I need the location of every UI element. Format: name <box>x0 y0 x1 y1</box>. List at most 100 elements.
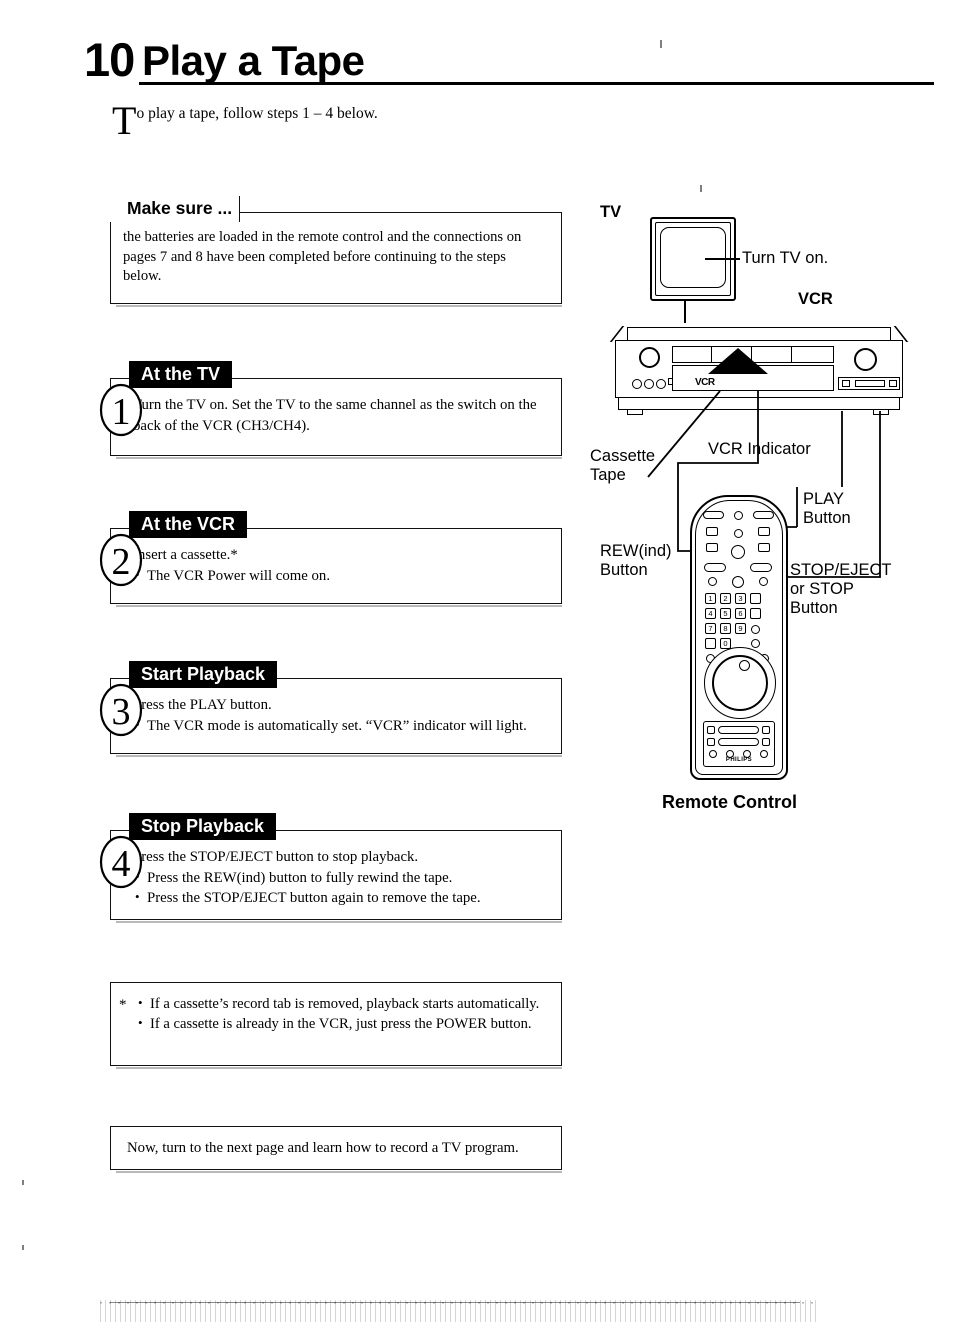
scan-artifact-dot <box>700 185 702 192</box>
turn-tv-on-label: Turn TV on. <box>742 249 829 267</box>
remote-channel-up-button <box>758 527 770 536</box>
intro-paragraph: T o play a tape, follow steps 1 – 4 belo… <box>112 98 632 143</box>
page-header: 10 Play a Tape <box>84 33 934 94</box>
remote-aux-round-key <box>751 639 760 648</box>
remote-key-7: 7 <box>705 623 716 634</box>
vcr-play-button-illustration <box>855 380 885 387</box>
stop-eject-button-callout: STOP/EJECT or STOP Button <box>790 561 892 617</box>
remote-key-5: 5 <box>720 608 731 619</box>
svg-text:3: 3 <box>112 691 131 733</box>
step-bullets-3: The VCR mode is automatically set. “VCR”… <box>133 715 547 737</box>
step-tab-4: Stop Playback <box>129 813 277 840</box>
step-bullet: The VCR mode is automatically set. “VCR”… <box>133 715 547 737</box>
scan-speckle <box>100 1300 820 1322</box>
vcr-foot <box>627 410 643 415</box>
remote-lower-panel: PHILIPS <box>703 721 775 767</box>
tv-label: TV <box>600 203 622 221</box>
remote-volume-down-button <box>706 543 718 552</box>
step-box-1: 1 At the TV Turn the TV on. Set the TV t… <box>99 361 562 459</box>
remote-power-button <box>703 511 724 519</box>
remote-play-button <box>731 545 745 559</box>
svg-text:4: 4 <box>112 843 131 885</box>
remote-aux-key <box>750 593 761 604</box>
remote-key-2: 2 <box>720 593 731 604</box>
step-lead-1: Turn the TV on. Set the TV to the same c… <box>133 397 537 434</box>
step-lead-2: Insert a cassette.* <box>133 547 238 563</box>
svg-text:2: 2 <box>112 541 131 583</box>
step-tab-1: At the TV <box>129 361 232 388</box>
vcr-indicator-readout: VCR <box>695 377 715 388</box>
remote-fastforward-button <box>750 563 772 572</box>
remote-mode-button <box>734 511 743 520</box>
remote-panel-bar-key <box>718 738 759 746</box>
vcr-jack-icon <box>632 379 642 389</box>
tv-stand <box>684 301 686 323</box>
remote-panel-left-key <box>707 738 715 746</box>
make-sure-box: Make sure ... the batteries are loaded i… <box>109 196 562 307</box>
vcr-foot <box>873 410 889 415</box>
remote-key-8: 8 <box>720 623 731 634</box>
footnote-marker: * <box>119 997 127 1013</box>
remote-key-1: 1 <box>705 593 716 604</box>
scan-artifact-dot <box>22 1245 24 1250</box>
step-box-4: 4 Stop Playback Press the STOP/EJECT but… <box>99 813 562 923</box>
step-box-2: 2 At the VCR Insert a cassette.* The VCR… <box>99 511 562 607</box>
remote-pause-button <box>759 577 768 586</box>
remote-stop-button <box>732 576 744 588</box>
remote-aux-key <box>750 608 761 619</box>
next-page-text: Now, turn to the next page and learn how… <box>127 1140 519 1156</box>
next-page-box: Now, turn to the next page and learn how… <box>110 1126 562 1173</box>
remote-volume-up-button <box>706 527 718 536</box>
footnote-bullet: If a cassette’s record tab is removed, p… <box>137 993 551 1014</box>
vcr-illustration: VCR <box>615 327 903 419</box>
step-body-3: Press the PLAY button. The VCR mode is a… <box>133 695 547 736</box>
illustration-panel: TV Turn TV on. VCR VCR Cassette Tape VCR… <box>590 195 954 825</box>
remote-key-4: 4 <box>705 608 716 619</box>
step-number-2: 2 <box>98 533 144 587</box>
vcr-power-knob <box>639 347 660 368</box>
header-divider <box>139 82 934 85</box>
step-bullets-4: Press the REW(ind) button to fully rewin… <box>133 867 547 909</box>
remote-tv-power-button <box>753 511 774 519</box>
vcr-indicator-callout: VCR Indicator <box>708 440 811 458</box>
page-number: 10 <box>84 33 135 86</box>
step-bullet: The VCR Power will come on. <box>133 565 547 587</box>
step-tab-2: At the VCR <box>129 511 247 538</box>
intro-dropcap: T <box>112 98 137 143</box>
step-lead-3: Press the PLAY button. <box>133 697 272 713</box>
step-bullet: Press the STOP/EJECT button again to rem… <box>133 887 547 909</box>
remote-key-9: 9 <box>735 623 746 634</box>
remote-jog-indent <box>739 660 750 671</box>
remote-channel-down-button <box>758 543 770 552</box>
philips-brand-label: PHILIPS <box>725 757 753 763</box>
remote-panel-right-key <box>762 726 770 734</box>
step-number-1: 1 <box>98 383 144 437</box>
vcr-lower-body <box>618 398 900 410</box>
step-body-4: Press the STOP/EJECT button to stop play… <box>133 847 547 909</box>
step-number-3: 3 <box>98 683 144 737</box>
remote-key-3: 3 <box>735 593 746 604</box>
vcr-transport-button <box>842 380 850 387</box>
step-bullet: Press the REW(ind) button to fully rewin… <box>133 867 547 889</box>
step-body-2: Insert a cassette.* The VCR Power will c… <box>133 545 547 586</box>
vcr-front-panel: VCR <box>615 340 903 398</box>
footnote-content: * If a cassette’s record tab is removed,… <box>119 993 551 1034</box>
make-sure-text: the batteries are loaded in the remote c… <box>123 229 522 284</box>
vcr-transport-button-row <box>838 377 900 390</box>
rew-button-callout: REW(ind) Button <box>600 542 672 579</box>
remote-panel-left-key <box>707 726 715 734</box>
remote-panel-right-key <box>762 738 770 746</box>
intro-text: o play a tape, follow steps 1 – 4 below. <box>136 105 378 122</box>
remote-jog-shuttle-dial <box>704 647 776 719</box>
step-number-4: 4 <box>98 835 144 889</box>
vcr-label: VCR <box>798 290 833 308</box>
remote-key-6: 6 <box>735 608 746 619</box>
tape-insert-arrow-icon <box>708 348 768 374</box>
step-box-3: 3 Start Playback Press the PLAY button. … <box>99 661 562 757</box>
remote-control-illustration: 1 2 3 4 5 6 7 8 9 0 PHILIPS <box>690 495 788 780</box>
remote-record-button <box>708 577 717 586</box>
vcr-jack-icon <box>656 379 666 389</box>
footnote-bullets: If a cassette’s record tab is removed, p… <box>119 993 551 1034</box>
step-lead-4: Press the STOP/EJECT button to stop play… <box>133 849 419 865</box>
tv-callout-leader <box>705 258 740 260</box>
